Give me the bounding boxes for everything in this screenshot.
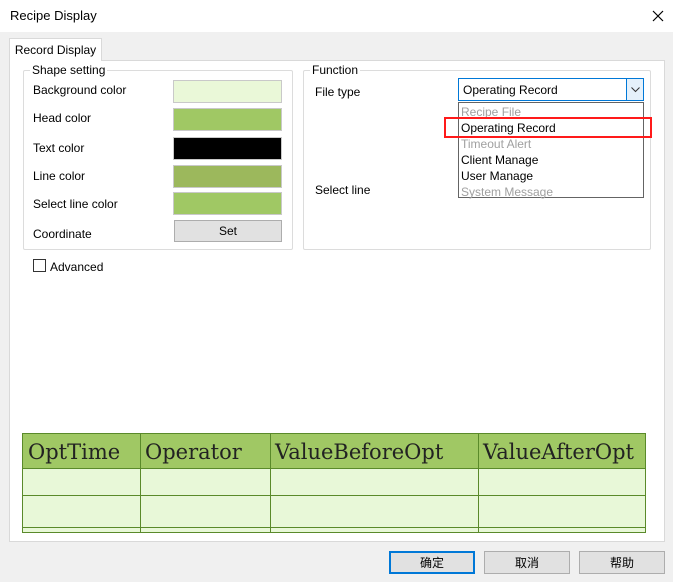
tab-record-display[interactable]: Record Display	[9, 38, 102, 61]
option-user-manage[interactable]: User Manage	[461, 168, 533, 184]
table-divider	[23, 468, 645, 469]
file-type-value: Operating Record	[463, 82, 558, 97]
column-header: ValueAfterOpt	[483, 440, 634, 464]
column-header: Operator	[145, 440, 242, 464]
ok-button[interactable]: 确定	[389, 551, 475, 574]
function-legend: Function	[310, 63, 361, 77]
option-client-manage[interactable]: Client Manage	[461, 152, 538, 168]
chevron-down-icon[interactable]	[626, 79, 643, 100]
selection-highlight-box	[444, 117, 652, 138]
column-header: OptTime	[28, 440, 121, 464]
advanced-checkbox[interactable]	[33, 259, 46, 272]
table-divider	[23, 495, 645, 496]
close-button[interactable]	[646, 4, 670, 28]
window-title: Recipe Display	[10, 8, 97, 23]
select-line-label: Select line	[315, 183, 371, 197]
tab-label: Record Display	[14, 43, 97, 57]
background-color-label: Background color	[33, 83, 127, 97]
column-header: ValueBeforeOpt	[275, 440, 444, 464]
help-button[interactable]: 帮助	[579, 551, 665, 574]
text-color-swatch[interactable]	[173, 137, 282, 160]
table-divider	[270, 434, 271, 532]
table-divider	[23, 527, 645, 528]
head-color-swatch[interactable]	[173, 108, 282, 131]
line-color-swatch[interactable]	[173, 165, 282, 188]
background-color-swatch[interactable]	[173, 80, 282, 103]
table-divider	[140, 434, 141, 532]
select-line-color-swatch[interactable]	[173, 192, 282, 215]
record-preview-table: OptTime Operator ValueBeforeOpt ValueAft…	[22, 433, 646, 533]
text-color-label: Text color	[33, 141, 85, 155]
head-color-label: Head color	[33, 111, 92, 125]
file-type-label: File type	[315, 85, 361, 99]
advanced-label: Advanced	[50, 260, 104, 274]
line-color-label: Line color	[33, 169, 86, 183]
coordinate-label: Coordinate	[33, 227, 92, 241]
select-line-color-label: Select line color	[33, 197, 118, 211]
cancel-button[interactable]: 取消	[484, 551, 570, 574]
file-type-select[interactable]: Operating Record	[458, 78, 644, 101]
close-icon	[652, 10, 664, 22]
option-system-message: System Message	[461, 185, 554, 199]
shape-setting-legend: Shape setting	[30, 63, 108, 77]
table-divider	[478, 434, 479, 532]
set-coordinate-button[interactable]: Set	[174, 220, 282, 242]
option-timeout-alert: Timeout Alert	[461, 137, 532, 151]
